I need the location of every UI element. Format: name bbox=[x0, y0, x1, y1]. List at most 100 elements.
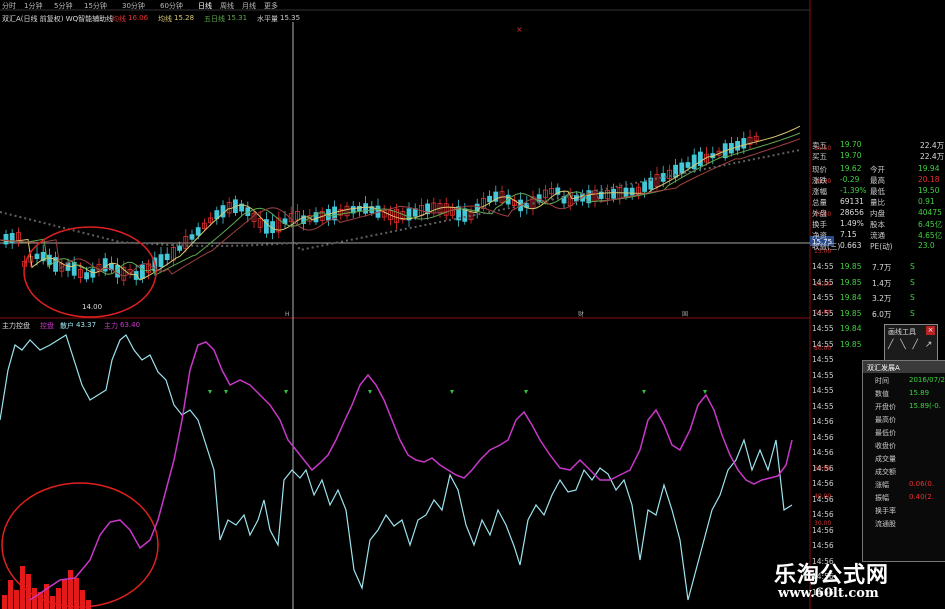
candle-body bbox=[487, 195, 493, 203]
ma-line-yellow bbox=[0, 125, 801, 281]
signal-triangle bbox=[224, 390, 228, 394]
close-icon[interactable]: × bbox=[926, 326, 935, 335]
candle-body bbox=[164, 253, 170, 261]
popup-row: 振幅 0.40(2. bbox=[863, 492, 945, 504]
quote-cell: 0.91 bbox=[918, 197, 935, 206]
quote-row: 收益(三) 0.663 PE(动) 23.0 bbox=[810, 241, 945, 252]
quote-row: 换手 1.49% 股本 6.45亿 bbox=[810, 219, 945, 230]
candle-body bbox=[84, 272, 89, 280]
candle-body bbox=[189, 234, 195, 240]
candlesticks bbox=[3, 129, 759, 286]
popup-row: 流通股 bbox=[863, 518, 945, 530]
main-force-line bbox=[29, 341, 793, 601]
quote-cell: 0.663 bbox=[840, 241, 862, 250]
red-bar bbox=[74, 578, 79, 609]
candle-body bbox=[629, 187, 635, 196]
red-bar bbox=[14, 590, 19, 609]
quote-cell: 7.15 bbox=[840, 230, 857, 239]
candle-body bbox=[698, 151, 703, 166]
stock-chart[interactable]: 14.00H 财国15.7516.5016.0015.5015.0014.5014… bbox=[0, 0, 945, 609]
popup-label: 成交额 bbox=[875, 468, 896, 476]
candle-body bbox=[90, 268, 96, 278]
order-book-row: 卖五 19.70 22.4万 bbox=[810, 140, 945, 151]
retail-line bbox=[0, 334, 793, 601]
popup-title-bar[interactable]: 双汇发展A bbox=[863, 361, 945, 373]
popup-label: 成交量 bbox=[875, 455, 896, 463]
red-bar bbox=[86, 600, 91, 609]
popup-row: 最低价 bbox=[863, 427, 945, 439]
quote-cell: S bbox=[910, 308, 915, 318]
quote-cell: 3.2万 bbox=[872, 294, 892, 303]
candle-body bbox=[679, 162, 685, 174]
popup-row: 涨幅 0.06(0. bbox=[863, 479, 945, 491]
quote-cell: 14:56 bbox=[812, 541, 834, 550]
quote-row: 净资 7.15 流通 4.65亿 bbox=[810, 230, 945, 241]
popup-label: 开盘价 bbox=[875, 403, 896, 411]
quote-cell: 4.65亿 bbox=[918, 231, 943, 240]
popup-title: 双汇发展A bbox=[867, 364, 900, 372]
tick-row: 14:55 19.85 7.7万 S bbox=[810, 262, 945, 273]
candle-body bbox=[3, 233, 9, 245]
quote-cell: 19.84 bbox=[840, 324, 862, 333]
popup-row: 时间 2016/07/2 bbox=[863, 375, 945, 387]
quote-cell: 23.0 bbox=[918, 241, 935, 250]
quote-cell: 14:56 bbox=[812, 510, 834, 519]
indicator-label: 控盘 bbox=[40, 322, 54, 330]
quote-cell: 总量 bbox=[812, 198, 827, 207]
quote-cell: 14:56 bbox=[812, 448, 834, 457]
quote-cell: 最高 bbox=[870, 176, 885, 185]
popup-row: 成交量 bbox=[863, 453, 945, 465]
popup-row: 数值 15.89 bbox=[863, 388, 945, 400]
quote-cell: 卖五 bbox=[812, 141, 827, 150]
red-bar bbox=[50, 596, 55, 609]
quote-cell: 28656 bbox=[840, 208, 864, 217]
quote-row: 总量 69131 量比 0.91 bbox=[810, 197, 945, 208]
quote-cell: 量比 bbox=[870, 198, 885, 207]
quote-row: 外盘 28656 内盘 40475 bbox=[810, 208, 945, 219]
quote-cell: 20.18 bbox=[918, 175, 940, 184]
line-tools-icons[interactable]: ╱ ╲ ╱ ↗ bbox=[888, 340, 934, 350]
signal-triangle bbox=[703, 390, 707, 394]
indicator-label: 主力 bbox=[104, 322, 118, 330]
indicator-value: 43.37 bbox=[76, 321, 97, 329]
candle-body bbox=[741, 138, 747, 149]
quote-cell: 14:56 bbox=[812, 494, 834, 504]
candle-body bbox=[195, 227, 201, 236]
quote-row: 涨幅 -1.39% 最低 19.50 bbox=[810, 186, 945, 197]
signal-triangle bbox=[208, 390, 212, 394]
popup-label: 振幅 bbox=[875, 494, 889, 502]
signal-markers bbox=[208, 390, 707, 394]
draw-tool-window[interactable]: 画线工具 × ╱ ╲ ╱ ↗ bbox=[884, 324, 938, 362]
event-marker: 财 bbox=[578, 310, 584, 318]
signal-triangle bbox=[642, 390, 646, 394]
quote-cell: 14:56 bbox=[812, 417, 834, 426]
quote-cell: 股本 bbox=[870, 220, 885, 229]
quote-cell: 1.4万 bbox=[872, 278, 892, 288]
signal-triangle bbox=[368, 390, 372, 394]
candle-body bbox=[177, 245, 183, 251]
quote-cell: 净资 bbox=[812, 231, 827, 240]
quote-cell: 涨跌 bbox=[812, 176, 827, 185]
quote-cell: 14:56 bbox=[812, 432, 834, 442]
quote-cell: 22.4万 bbox=[920, 141, 945, 150]
quote-cell: 1.49% bbox=[840, 219, 864, 228]
tick-row: 14:55 19.85 1.4万 S bbox=[810, 278, 945, 289]
bar-info-popup: 双汇发展A 时间 2016/07/2 数值 15.89 开盘价 15.89(-0. 最高价最… bbox=[862, 360, 945, 562]
popup-label: 最高价 bbox=[875, 416, 896, 424]
event-marker: 国 bbox=[682, 311, 688, 318]
signal-triangle bbox=[524, 390, 528, 394]
popup-value: 2016/07/2 bbox=[909, 376, 945, 384]
popup-label: 流通股 bbox=[875, 520, 896, 528]
popup-row: 成交额 bbox=[863, 466, 945, 478]
popup-value: 0.40(2. bbox=[909, 493, 934, 501]
lower-panel-label-bar: 主力控盘 控盘 散户 43.37 主力 63.40 bbox=[0, 320, 140, 330]
quote-cell: 外盘 bbox=[812, 209, 827, 218]
lower-panel-title: 主力控盘 bbox=[2, 322, 30, 330]
quote-row: 现价 19.62 今开 19.94 bbox=[810, 164, 945, 175]
red-bar bbox=[80, 590, 85, 609]
popup-row: 开盘价 15.89(-0. bbox=[863, 401, 945, 413]
quote-cell: 7.7万 bbox=[872, 263, 892, 272]
popup-label: 最低价 bbox=[875, 429, 896, 437]
quote-cell: 流通 bbox=[870, 231, 885, 240]
quote-cell: -1.39% bbox=[840, 186, 867, 195]
